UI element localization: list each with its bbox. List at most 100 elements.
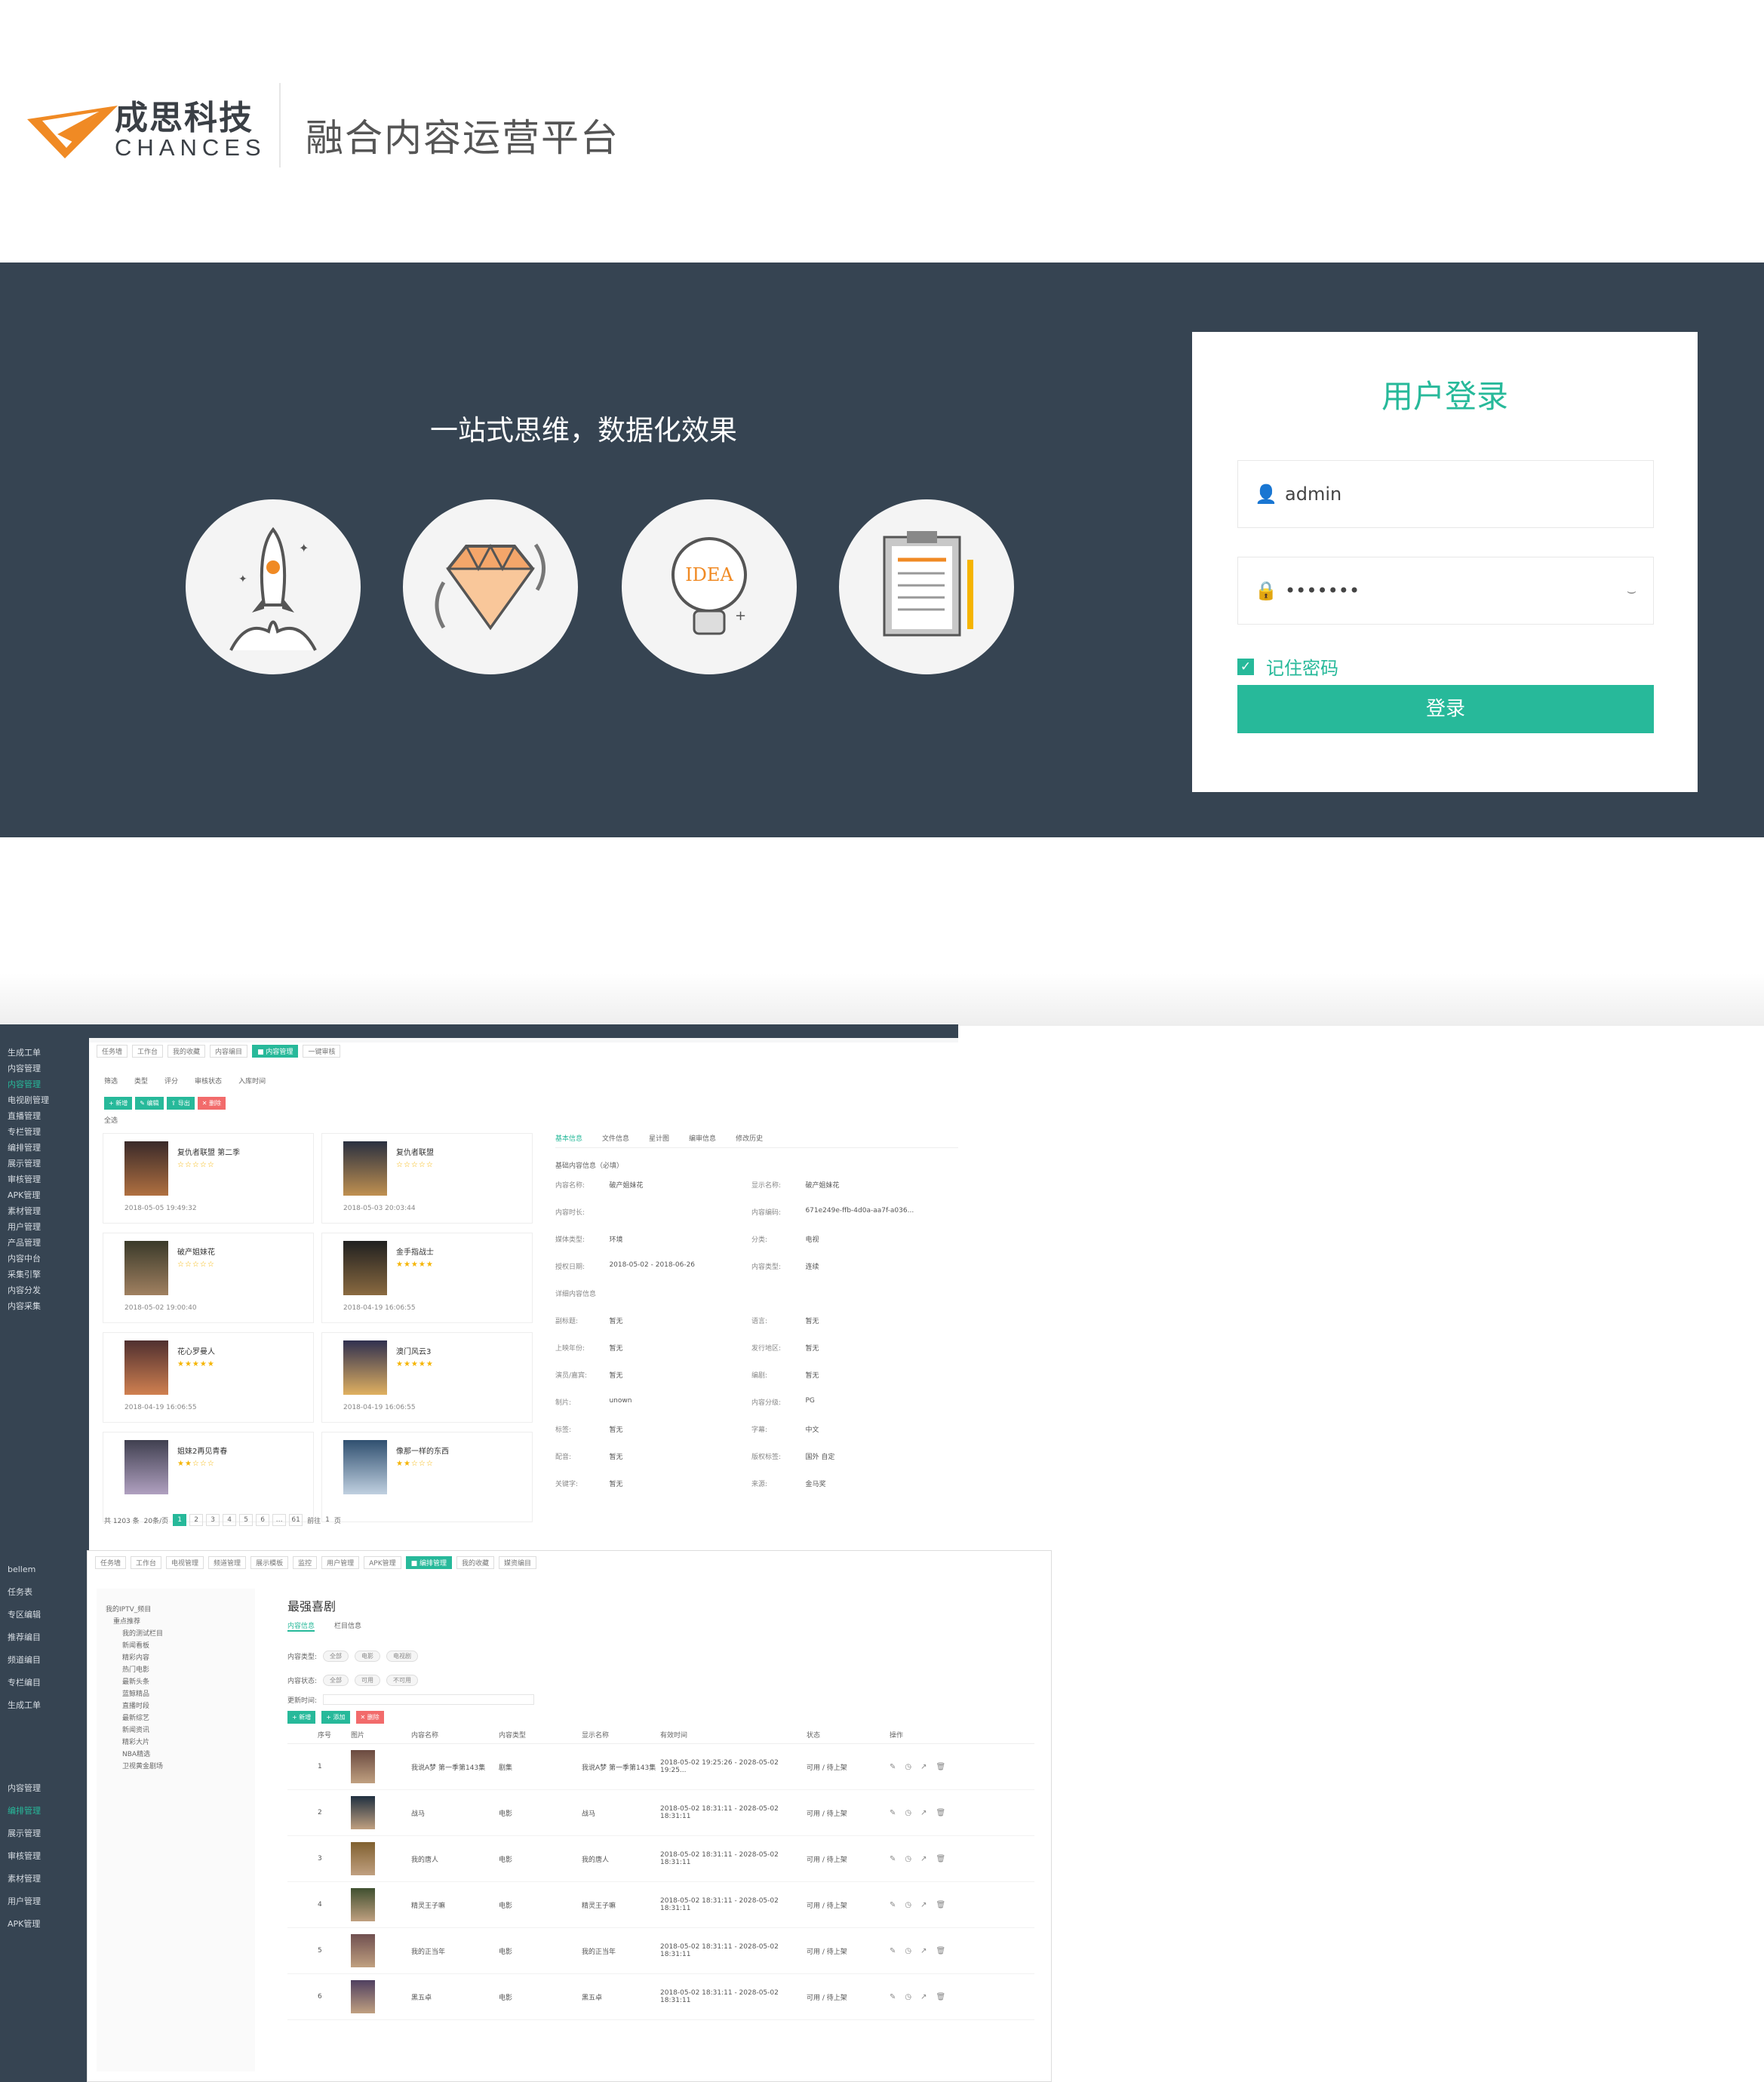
tab-item[interactable]: 一键审核: [303, 1044, 341, 1058]
filter-item[interactable]: 类型: [134, 1076, 148, 1086]
tree-node[interactable]: 最新综艺: [97, 1712, 255, 1724]
tab-item[interactable]: 监控: [293, 1555, 318, 1569]
sidebar-item[interactable]: 频道编目: [8, 1648, 83, 1671]
sidebar-item[interactable]: 内容管理: [8, 1776, 83, 1799]
content-card[interactable]: 像那一样的东西 ★★☆☆☆: [321, 1432, 533, 1522]
tree-node[interactable]: NBA精选: [97, 1749, 255, 1761]
remember-password[interactable]: ✓ 记住密码: [1237, 653, 1338, 680]
delete-button[interactable]: ✕ 删除: [197, 1097, 226, 1110]
detail-tab[interactable]: 文件信息: [602, 1133, 629, 1143]
sidebar-item[interactable]: APK管理: [8, 1912, 83, 1935]
sidebar-item[interactable]: 编排管理: [8, 1799, 83, 1822]
tab-item[interactable]: 媒资编目: [499, 1555, 537, 1569]
content-card[interactable]: 金手指战士 ★★★★★ 2018-04-19 16:06:55: [321, 1233, 533, 1323]
page-size-select[interactable]: 20条/页: [144, 1515, 169, 1525]
eye-closed-icon[interactable]: ⌣: [1627, 582, 1636, 600]
filter-chip[interactable]: 不可用: [386, 1675, 419, 1686]
clock-icon[interactable]: ◷: [905, 1855, 911, 1863]
password-value[interactable]: •••••••: [1285, 580, 1360, 601]
table-row[interactable]: 3 我的唐人 电影 我的唐人 2018-05-02 18:31:11 - 2028-05…: [287, 1836, 1034, 1882]
page-button[interactable]: …: [272, 1514, 287, 1526]
tab-item[interactable]: 展示模板: [250, 1555, 289, 1569]
tab-item[interactable]: 任务墙: [97, 1044, 128, 1058]
tab-item[interactable]: 频道管理: [208, 1555, 247, 1569]
trash-icon[interactable]: 🗑: [936, 1855, 946, 1863]
tree-node[interactable]: 直播时段: [97, 1700, 255, 1712]
sidebar-item[interactable]: 素材管理: [8, 1867, 83, 1890]
trash-icon[interactable]: 🗑: [936, 1809, 946, 1817]
detail-tab[interactable]: 修改历史: [736, 1133, 763, 1143]
tree-node[interactable]: 蓝鲸精品: [97, 1688, 255, 1700]
tree-node[interactable]: 卫视黄金剧场: [97, 1761, 255, 1773]
content-card[interactable]: 姐妹2再见青春 ★★☆☆☆: [103, 1432, 314, 1522]
trash-icon[interactable]: 🗑: [936, 1901, 946, 1909]
tree-node[interactable]: 新闻资讯: [97, 1724, 255, 1737]
filter-item[interactable]: 评分: [164, 1076, 178, 1086]
content-card[interactable]: 澳门风云3 ★★★★★ 2018-04-19 16:06:55: [321, 1332, 533, 1423]
tab-item[interactable]: 用户管理: [321, 1555, 360, 1569]
tab-item[interactable]: 我的收藏: [167, 1044, 206, 1058]
table-row[interactable]: 4 精灵王子嘛 电影 精灵王子嘛 2018-05-02 18:31:11 - 2028-…: [287, 1882, 1034, 1928]
login-button[interactable]: 登录: [1237, 685, 1654, 733]
tree-node[interactable]: 新闻看板: [97, 1640, 255, 1652]
page-button[interactable]: 6: [256, 1514, 270, 1526]
share-icon[interactable]: ↗: [920, 1901, 927, 1909]
tree-node[interactable]: 最新头条: [97, 1676, 255, 1688]
filter-item[interactable]: 筛选: [104, 1076, 118, 1086]
page-button[interactable]: 1: [173, 1514, 187, 1526]
sidebar-item[interactable]: 推荐编目: [8, 1626, 83, 1648]
table-row[interactable]: 1 我说A梦 第一季第143集 剧集 我说A梦 第一季第143集 2018-05-02 …: [287, 1744, 1034, 1790]
tab-item[interactable]: 工作台: [131, 1555, 162, 1569]
add-button[interactable]: + 新增: [104, 1097, 133, 1110]
share-icon[interactable]: ↗: [920, 1855, 927, 1863]
append-button[interactable]: + 添加: [321, 1711, 350, 1724]
tree-node[interactable]: 重点推荐: [97, 1616, 255, 1628]
tab-item[interactable]: 电视管理: [166, 1555, 204, 1569]
clock-icon[interactable]: ◷: [905, 1947, 911, 1955]
share-icon[interactable]: ↗: [920, 1763, 927, 1771]
share-icon[interactable]: ↗: [920, 1947, 927, 1955]
content-card[interactable]: 破产姐妹花 ☆☆☆☆☆ 2018-05-02 19:00:40: [103, 1233, 314, 1323]
page-button[interactable]: 5: [239, 1514, 254, 1526]
table-row[interactable]: 2 战马 电影 战马 2018-05-02 18:31:11 - 2028-05-02 …: [287, 1790, 1034, 1836]
page-button[interactable]: 61: [289, 1514, 303, 1526]
filter-item[interactable]: 审核状态: [195, 1076, 222, 1086]
tab-item[interactable]: 工作台: [132, 1044, 164, 1058]
tab-item[interactable]: APK管理: [364, 1555, 401, 1569]
tree-node[interactable]: 我的IPTV_频目: [97, 1604, 255, 1616]
tab-item-active[interactable]: ■ 内容管理: [252, 1044, 299, 1058]
page-button[interactable]: 4: [223, 1514, 237, 1526]
sidebar-item[interactable]: 生成工单: [8, 1694, 83, 1716]
detail-tab[interactable]: 星计图: [649, 1133, 669, 1143]
content-card[interactable]: 复仇者联盟 ☆☆☆☆☆ 2018-05-03 20:03:44: [321, 1133, 533, 1224]
sidebar-item[interactable]: 专区编辑: [8, 1603, 83, 1626]
tab-item[interactable]: 任务墙: [95, 1555, 127, 1569]
page-button[interactable]: 2: [189, 1514, 204, 1526]
tab-item[interactable]: 我的收藏: [456, 1555, 494, 1569]
select-all[interactable]: 全选: [104, 1115, 118, 1125]
trash-icon[interactable]: 🗑: [936, 1993, 946, 2001]
trash-icon[interactable]: 🗑: [936, 1763, 946, 1771]
page-button[interactable]: 3: [206, 1514, 220, 1526]
clock-icon[interactable]: ◷: [905, 1993, 911, 2001]
table-row[interactable]: 5 我的正当年 电影 我的正当年 2018-05-02 18:31:11 - 2028-…: [287, 1928, 1034, 1974]
detail-tab[interactable]: 基本信息: [555, 1133, 582, 1143]
detail-tab[interactable]: 编审信息: [689, 1133, 716, 1143]
edit-button[interactable]: ✎ 编辑: [135, 1097, 164, 1110]
content-card[interactable]: 复仇者联盟 第二季 ☆☆☆☆☆ 2018-05-05 19:49:32: [103, 1133, 314, 1224]
filter-item[interactable]: 入库时间: [238, 1076, 266, 1086]
username-field[interactable]: 👤 admin: [1237, 460, 1654, 528]
clock-icon[interactable]: ◷: [905, 1901, 911, 1909]
tab-item[interactable]: ■ 编排管理: [405, 1555, 452, 1569]
content-card[interactable]: 花心罗曼人 ★★★★★ 2018-04-19 16:06:55: [103, 1332, 314, 1423]
edit-icon[interactable]: ✎: [890, 1901, 896, 1909]
filter-chip[interactable]: 电影: [355, 1651, 381, 1662]
password-field[interactable]: 🔒 ••••••• ⌣: [1237, 557, 1654, 625]
filter-chip[interactable]: 全部: [323, 1675, 349, 1686]
sidebar-item[interactable]: 专栏编目: [8, 1671, 83, 1694]
table-row[interactable]: 6 黑五卓 电影 黑五卓 2018-05-02 18:31:11 - 2028-05-0…: [287, 1974, 1034, 2020]
filter-chip[interactable]: 电视剧: [386, 1651, 419, 1662]
username-value[interactable]: admin: [1285, 484, 1341, 505]
tree-node[interactable]: 我的测试栏目: [97, 1628, 255, 1640]
date-range-input[interactable]: [323, 1694, 535, 1705]
